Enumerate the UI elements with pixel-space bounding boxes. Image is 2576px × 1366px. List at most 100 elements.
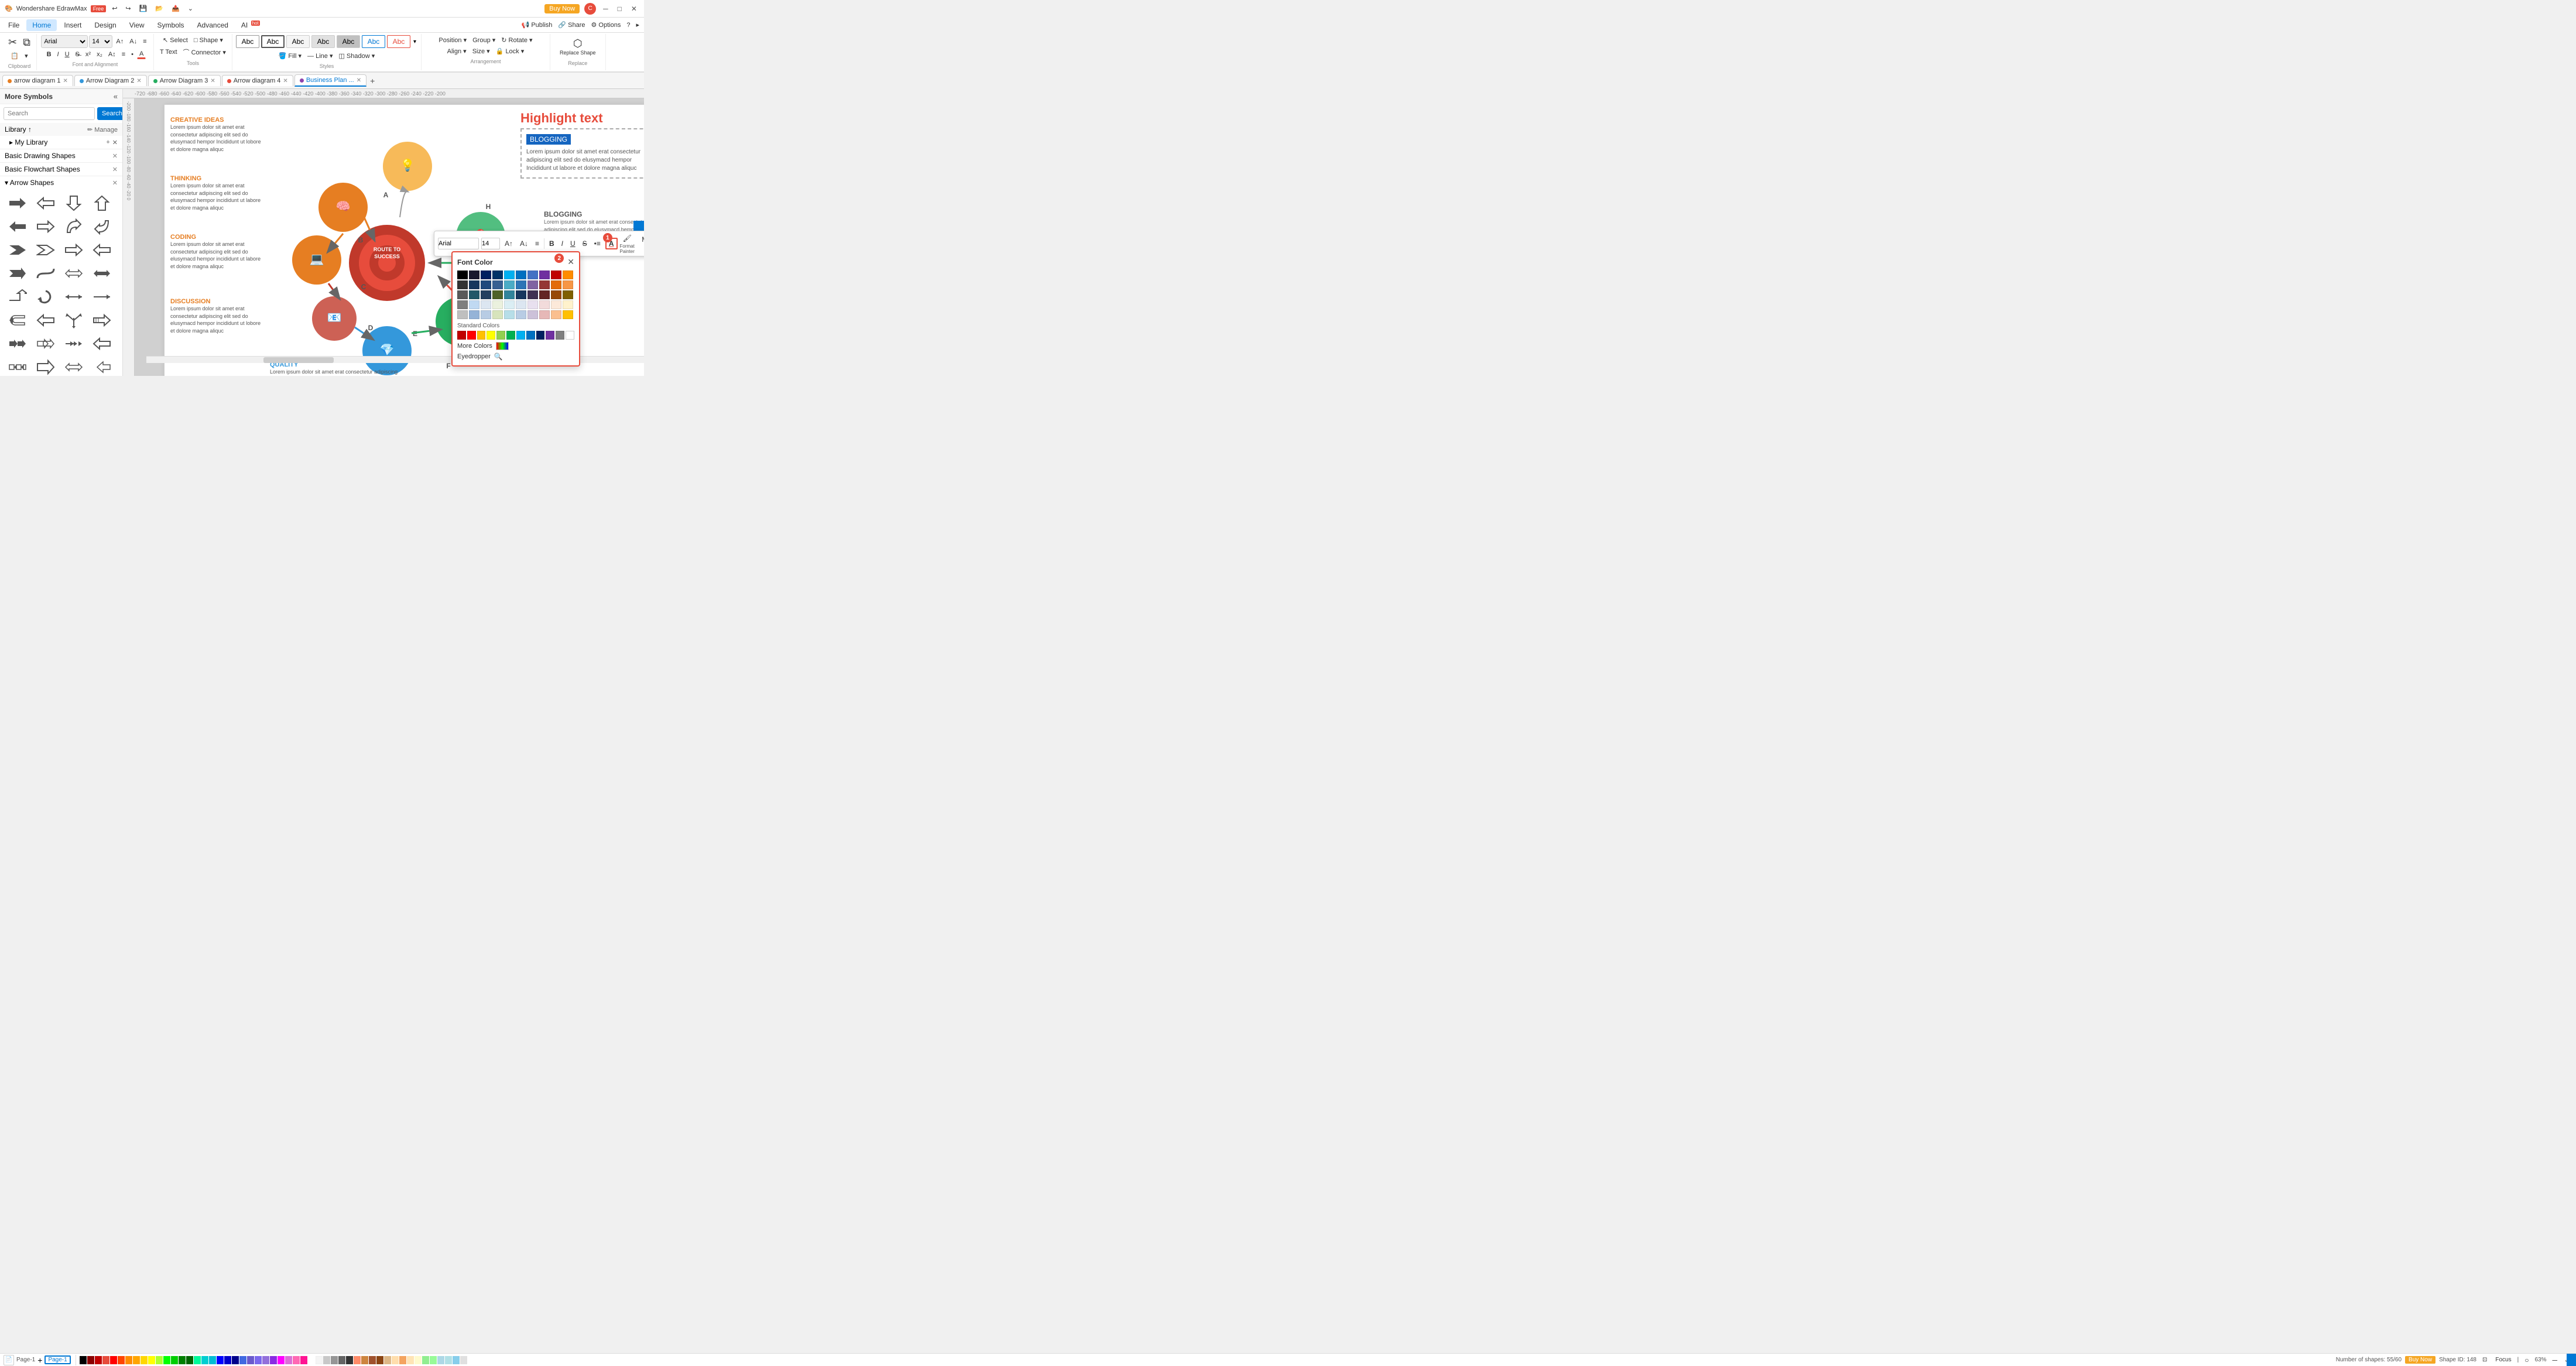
std-color-cyan[interactable] xyxy=(516,331,525,340)
italic-button[interactable]: I xyxy=(55,49,61,59)
shape-thick-right[interactable] xyxy=(33,357,59,376)
color-teal2[interactable] xyxy=(469,290,479,299)
cs-magenta[interactable] xyxy=(278,1356,285,1364)
font-color-close-button[interactable]: ✕ xyxy=(567,257,574,267)
shape-right-arrow-4[interactable] xyxy=(89,286,115,307)
cs-cyan[interactable] xyxy=(209,1356,216,1364)
add-page-button[interactable]: + xyxy=(37,1355,42,1365)
float-italic[interactable]: I xyxy=(559,238,566,249)
color-darkred2[interactable] xyxy=(539,290,550,299)
cs-darkorange[interactable] xyxy=(125,1356,132,1364)
shape-right-arrow-3[interactable] xyxy=(61,239,87,261)
group-button[interactable]: Group ▾ xyxy=(470,35,498,45)
color-darknavy[interactable] xyxy=(492,271,503,279)
shape-reversed-arrow[interactable] xyxy=(89,333,115,354)
font-size-select[interactable]: 14 xyxy=(89,35,112,48)
font-color-button[interactable]: A xyxy=(137,49,146,59)
float-decrease-font[interactable]: A↓ xyxy=(518,238,530,249)
shape-right-arrow[interactable] xyxy=(5,193,30,214)
cs-lightblue[interactable] xyxy=(437,1356,444,1364)
color-purple4[interactable] xyxy=(527,310,538,319)
right-edge-panel-button[interactable] xyxy=(2567,1354,2576,1366)
basic-drawing-shapes-header[interactable]: Basic Drawing Shapes ✕ xyxy=(0,149,122,162)
menu-file[interactable]: File xyxy=(2,19,25,31)
color-lightcyan[interactable] xyxy=(504,300,515,309)
shape-striped-right[interactable] xyxy=(89,310,115,331)
open-button[interactable]: 📂 xyxy=(153,4,166,13)
shape-arrows-2[interactable] xyxy=(33,333,59,354)
buy-now-button[interactable]: Buy Now xyxy=(544,4,580,13)
tab-arrow-diagram-3[interactable]: Arrow Diagram 3 ✕ xyxy=(148,75,221,86)
cs-slateblue[interactable] xyxy=(247,1356,254,1364)
menu-design[interactable]: Design xyxy=(88,19,122,31)
tab-close-5[interactable]: ✕ xyxy=(357,77,361,84)
shape-left-arrow[interactable] xyxy=(33,193,59,214)
color-navy[interactable] xyxy=(481,271,491,279)
color-lightorange2[interactable] xyxy=(551,300,561,309)
shape-double-headed[interactable] xyxy=(61,357,87,376)
cs-green[interactable] xyxy=(163,1356,170,1364)
shape-button[interactable]: □ Shape ▾ xyxy=(191,35,225,45)
maximize-button[interactable]: □ xyxy=(615,5,624,13)
float-list[interactable]: •≡ xyxy=(592,238,603,249)
zoom-in-button[interactable]: ─ xyxy=(2550,1355,2560,1365)
float-align[interactable]: ≡ xyxy=(533,238,542,249)
basic-flowchart-close-button[interactable]: ✕ xyxy=(112,166,118,173)
cs-powderblue[interactable] xyxy=(445,1356,452,1364)
color-peach[interactable] xyxy=(551,310,561,319)
style-swatch-6[interactable]: Abc xyxy=(362,35,385,48)
color-lightyellow[interactable] xyxy=(563,300,573,309)
color-lightgreen[interactable] xyxy=(492,300,503,309)
float-bold[interactable]: B xyxy=(547,238,557,249)
float-more-button[interactable]: More ⌄ xyxy=(637,234,644,253)
redo-button[interactable]: ↪ xyxy=(123,4,133,13)
cs-sienna[interactable] xyxy=(369,1356,376,1364)
save-button[interactable]: 💾 xyxy=(137,4,150,13)
cs-medslateblue[interactable] xyxy=(255,1356,262,1364)
cs-navajo[interactable] xyxy=(392,1356,399,1364)
cs-salmon[interactable] xyxy=(354,1356,361,1364)
help-button[interactable]: ? xyxy=(624,20,632,30)
superscript-button[interactable]: x² xyxy=(83,49,93,59)
color-teal[interactable] xyxy=(504,280,515,289)
line-button[interactable]: — Line ▾ xyxy=(305,51,335,61)
replace-shape-button[interactable]: ⬡ Replace Shape xyxy=(557,36,598,57)
shape-curved-up-arrow[interactable] xyxy=(61,216,87,237)
buy-now-status-button[interactable]: Buy Now xyxy=(2405,1356,2435,1364)
std-color-gold[interactable] xyxy=(477,331,486,340)
align-arr-button[interactable]: Align ▾ xyxy=(445,46,469,56)
bold-button[interactable]: B xyxy=(44,49,54,59)
strikethrough-button[interactable]: S̶ xyxy=(73,49,82,59)
color-gray4[interactable] xyxy=(457,300,468,309)
cut-button[interactable]: ✂ xyxy=(6,35,19,50)
arrow-shapes-close-button[interactable]: ✕ xyxy=(112,179,118,187)
color-lavender[interactable] xyxy=(527,300,538,309)
color-darkgray[interactable] xyxy=(457,280,468,289)
color-darkblue[interactable] xyxy=(469,271,479,279)
cs-yellow[interactable] xyxy=(148,1356,155,1364)
style-swatch-4[interactable]: Abc xyxy=(311,35,335,48)
cs-darkcyan[interactable] xyxy=(201,1356,208,1364)
arrow-shapes-header[interactable]: ▾ Arrow Shapes ✕ xyxy=(0,176,122,189)
cs-royalblue[interactable] xyxy=(239,1356,246,1364)
style-swatch-7[interactable]: Abc xyxy=(387,35,410,48)
undo-button[interactable]: ↩ xyxy=(109,4,119,13)
shape-left-arrow-filled[interactable] xyxy=(5,216,30,237)
color-olive2[interactable] xyxy=(563,290,573,299)
color-gray3[interactable] xyxy=(457,290,468,299)
menu-insert[interactable]: Insert xyxy=(58,19,87,31)
std-color-blue[interactable] xyxy=(526,331,535,340)
cs-red3[interactable] xyxy=(102,1356,109,1364)
subscript-button[interactable]: x₂ xyxy=(94,49,105,59)
menu-view[interactable]: View xyxy=(124,19,150,31)
color-lightolive[interactable] xyxy=(492,310,503,319)
cs-blue[interactable] xyxy=(217,1356,224,1364)
cs-saddlebrown[interactable] xyxy=(376,1356,383,1364)
style-swatch-3[interactable]: Abc xyxy=(286,35,310,48)
color-darkred[interactable] xyxy=(551,271,561,279)
float-increase-font[interactable]: A↑ xyxy=(502,238,515,249)
color-blue3[interactable] xyxy=(516,280,526,289)
cs-blue2[interactable] xyxy=(224,1356,231,1364)
decrease-font-button[interactable]: A↓ xyxy=(127,35,139,48)
cs-gold[interactable] xyxy=(141,1356,148,1364)
